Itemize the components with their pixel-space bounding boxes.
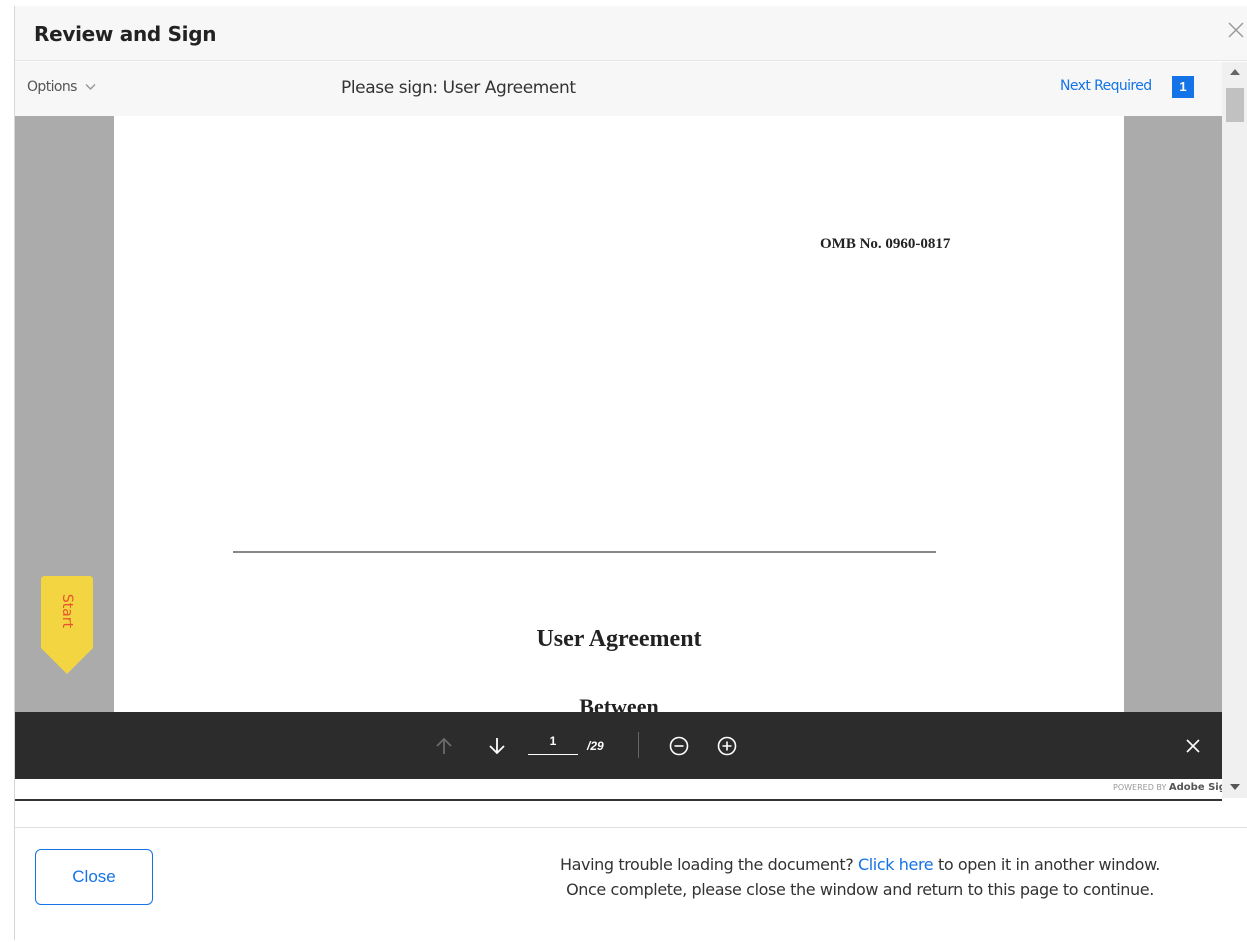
trouble-loading-message: Having trouble loading the document? Cli…	[475, 852, 1245, 902]
pager-separator	[638, 732, 639, 758]
arrow-down-icon[interactable]	[485, 734, 509, 758]
signing-toolbar: Options Please sign: User Agreement Next…	[15, 62, 1222, 116]
scroll-down-arrow-icon[interactable]	[1230, 784, 1240, 790]
close-icon[interactable]	[1181, 734, 1205, 758]
document-viewer[interactable]: OMB No. 0960-0817 User Agreement Between…	[15, 116, 1222, 718]
close-icon[interactable]	[1224, 18, 1247, 42]
divider	[233, 551, 936, 553]
zoom-out-icon[interactable]	[667, 734, 691, 758]
viewer-bottom-border	[15, 799, 1222, 801]
modal-header: Review and Sign	[15, 6, 1247, 61]
vertical-scrollbar[interactable]	[1222, 62, 1247, 798]
powered-by-label: POWERED BY	[1113, 783, 1167, 792]
modal-title: Review and Sign	[34, 22, 217, 46]
start-signing-tag[interactable]: Start	[41, 576, 93, 674]
arrow-up-icon[interactable]	[432, 734, 456, 758]
document-heading: User Agreement	[536, 626, 702, 652]
close-button[interactable]: Close	[35, 849, 153, 905]
document-page: OMB No. 0960-0817 User Agreement Between	[114, 116, 1124, 718]
trouble-text-line2: Once complete, please close the window a…	[566, 880, 1154, 899]
page-navigation-bar: 1 /29	[15, 712, 1222, 779]
zoom-in-icon[interactable]	[715, 734, 739, 758]
document-title: Please sign: User Agreement	[341, 78, 576, 98]
scroll-up-arrow-icon[interactable]	[1230, 69, 1240, 75]
modal-footer: Close Having trouble loading the documen…	[15, 827, 1247, 941]
review-and-sign-modal: Review and Sign Options Please sign: Use…	[14, 6, 1247, 941]
chevron-down-icon	[85, 79, 96, 95]
trouble-text-before: Having trouble loading the document?	[560, 855, 858, 874]
next-required-link[interactable]: Next Required	[1060, 78, 1152, 94]
click-here-link[interactable]: Click here	[858, 855, 934, 874]
omb-number: OMB No. 0960-0817	[820, 236, 951, 252]
start-tag-label: Start	[58, 593, 75, 629]
powered-by-adobe-sign: POWERED BY Adobe Sign	[1113, 782, 1233, 793]
page-total: /29	[587, 739, 604, 753]
options-label: Options	[27, 79, 77, 95]
next-required-count-badge[interactable]: 1	[1172, 76, 1194, 98]
scroll-thumb[interactable]	[1226, 88, 1244, 122]
options-menu[interactable]: Options	[27, 79, 96, 95]
page-number-input[interactable]: 1	[528, 734, 578, 755]
trouble-text-after: to open it in another window.	[933, 855, 1160, 874]
